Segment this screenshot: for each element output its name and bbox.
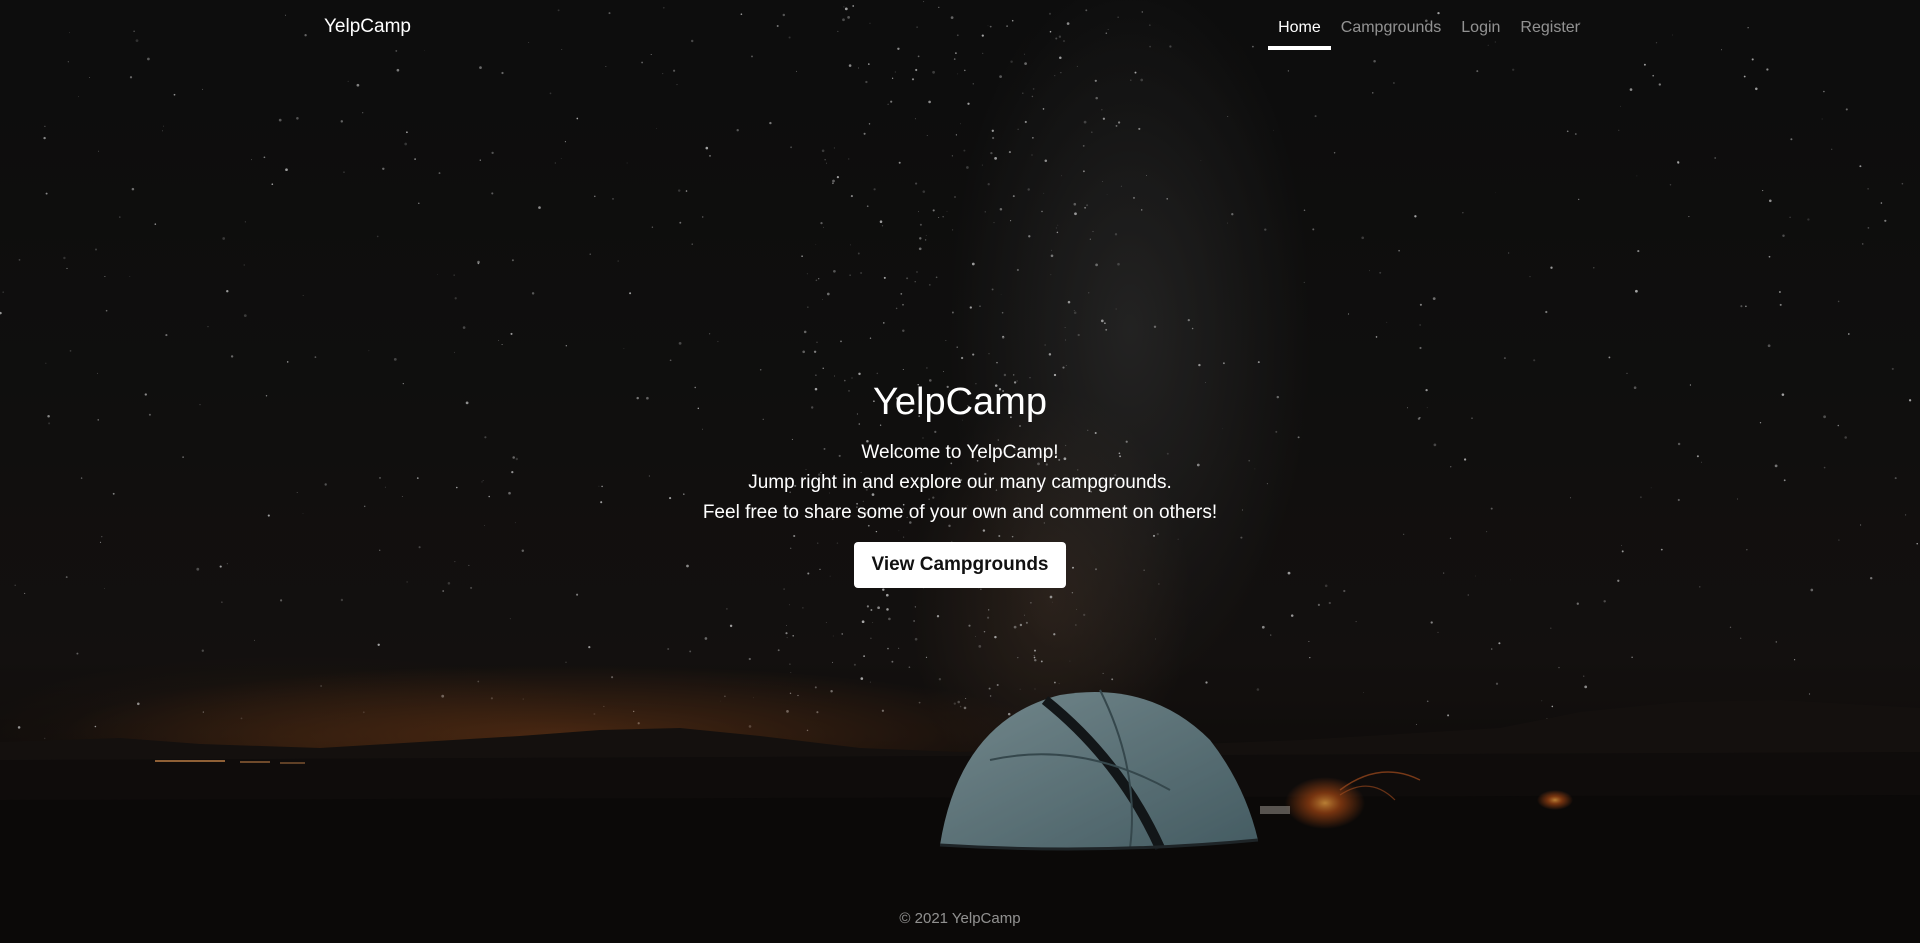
nav-link-register[interactable]: Register xyxy=(1510,19,1590,50)
nav-link-home[interactable]: Home xyxy=(1268,19,1331,50)
hero-line-explore: Jump right in and explore our many campg… xyxy=(748,472,1172,493)
nav-link-login[interactable]: Login xyxy=(1451,19,1510,50)
footer: © 2021 YelpCamp xyxy=(0,910,1920,927)
view-campgrounds-button[interactable]: View Campgrounds xyxy=(854,542,1066,588)
hero-line-share: Feel free to share some of your own and … xyxy=(702,502,1218,523)
footer-copyright: © 2021 YelpCamp xyxy=(899,910,1021,927)
nav-link-campgrounds[interactable]: Campgrounds xyxy=(1331,19,1452,50)
hero-background: YelpCamp Home Campgrounds Login Register… xyxy=(0,0,1920,943)
top-navbar: YelpCamp Home Campgrounds Login Register xyxy=(0,0,1920,60)
hero-content: YelpCamp Welcome to YelpCamp! Jump right… xyxy=(0,378,1920,588)
hero-line-welcome: Welcome to YelpCamp! xyxy=(861,442,1059,463)
brand-logo[interactable]: YelpCamp xyxy=(324,16,411,38)
nav-links: Home Campgrounds Login Register xyxy=(1268,19,1590,50)
hero-title: YelpCamp xyxy=(873,381,1047,423)
